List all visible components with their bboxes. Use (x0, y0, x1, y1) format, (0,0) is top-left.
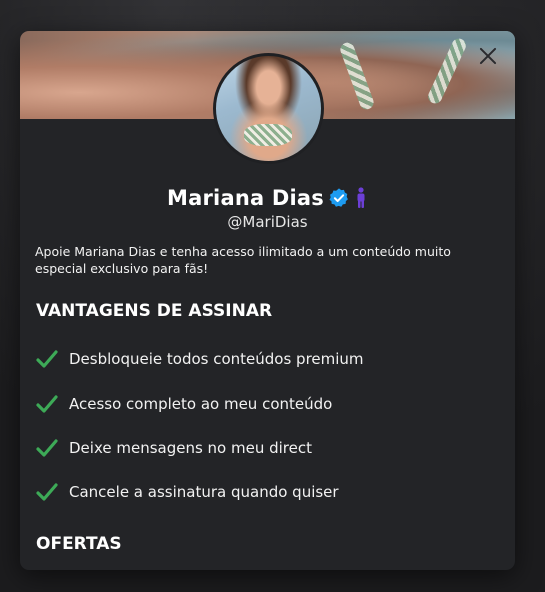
benefits-title: VANTAGENS DE ASSINAR (36, 301, 273, 321)
benefit-item: Desbloqueie todos conteúdos premium (35, 347, 364, 371)
benefit-label: Deixe mensagens no meu direct (69, 439, 313, 457)
benefit-label: Acesso completo ao meu conteúdo (69, 395, 333, 413)
avatar-detail (244, 124, 292, 146)
benefit-label: Cancele a assinatura quando quiser (69, 483, 339, 501)
check-icon (36, 439, 58, 457)
subscription-modal: Mariana Dias @MariDias Apoie Mariana Dia… (20, 31, 515, 570)
benefit-label: Desbloqueie todos conteúdos premium (69, 350, 364, 368)
cover-detail (338, 40, 376, 112)
check-icon (36, 395, 58, 413)
close-icon[interactable] (475, 43, 501, 69)
profile-name: Mariana Dias (167, 186, 324, 210)
person-icon (357, 187, 365, 208)
benefit-item: Deixe mensagens no meu direct (35, 436, 312, 460)
verified-icon (329, 188, 348, 207)
check-icon (36, 483, 58, 501)
profile-bio: Apoie Mariana Dias e tenha acesso ilimit… (35, 244, 451, 276)
profile-name-row: Mariana Dias (20, 183, 515, 213)
benefit-item: Cancele a assinatura quando quiser (35, 480, 339, 504)
benefit-item: Acesso completo ao meu conteúdo (35, 392, 332, 416)
offers-title: OFERTAS (36, 534, 122, 554)
check-icon (36, 350, 58, 368)
profile-handle: @MariDias (227, 213, 308, 231)
cover-detail (425, 36, 469, 106)
avatar (213, 53, 324, 164)
